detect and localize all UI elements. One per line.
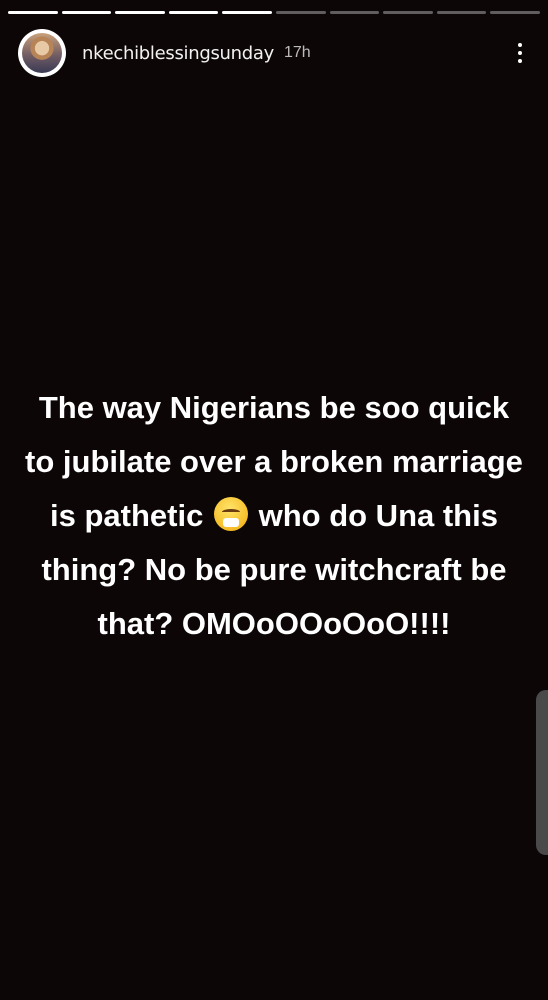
progress-segment bbox=[168, 11, 219, 14]
progress-segment bbox=[490, 11, 540, 14]
username[interactable]: nkechiblessingsunday bbox=[82, 43, 274, 64]
more-dot bbox=[518, 51, 522, 55]
side-panel-handle[interactable] bbox=[536, 690, 548, 855]
huffing-face-icon bbox=[213, 497, 248, 531]
more-dot bbox=[518, 43, 522, 47]
progress-segment bbox=[436, 11, 487, 14]
avatar-image bbox=[22, 33, 62, 73]
story-progress-bar bbox=[8, 11, 540, 14]
progress-segment bbox=[222, 11, 272, 14]
progress-segment bbox=[329, 11, 380, 14]
avatar[interactable] bbox=[18, 29, 66, 77]
progress-segment bbox=[8, 11, 58, 14]
timestamp: 17h bbox=[283, 44, 311, 61]
more-options-icon[interactable] bbox=[510, 39, 530, 67]
story-header: nkechiblessingsunday 17h bbox=[18, 28, 530, 78]
more-dot bbox=[518, 59, 522, 63]
progress-segment bbox=[61, 11, 112, 14]
story-text: The way Nigerians be soo quick to jubila… bbox=[20, 381, 528, 651]
progress-segment bbox=[275, 11, 326, 14]
progress-segment bbox=[383, 11, 433, 14]
progress-segment bbox=[115, 11, 165, 14]
